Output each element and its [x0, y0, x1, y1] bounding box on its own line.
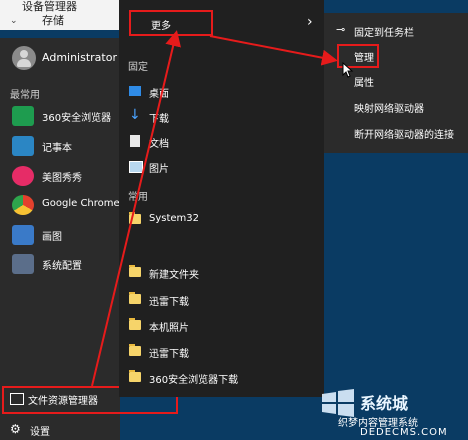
watermark-site-url: DEDECMS.COM: [360, 427, 448, 438]
annotation-arrows: [91, 30, 338, 387]
arrow-to-manage: [209, 35, 338, 66]
watermark-brand: 系统城: [360, 394, 409, 413]
arrow-to-more: [91, 30, 181, 387]
watermark: 系统城 织梦内容管理系统 DEDECMS.COM: [320, 388, 468, 440]
